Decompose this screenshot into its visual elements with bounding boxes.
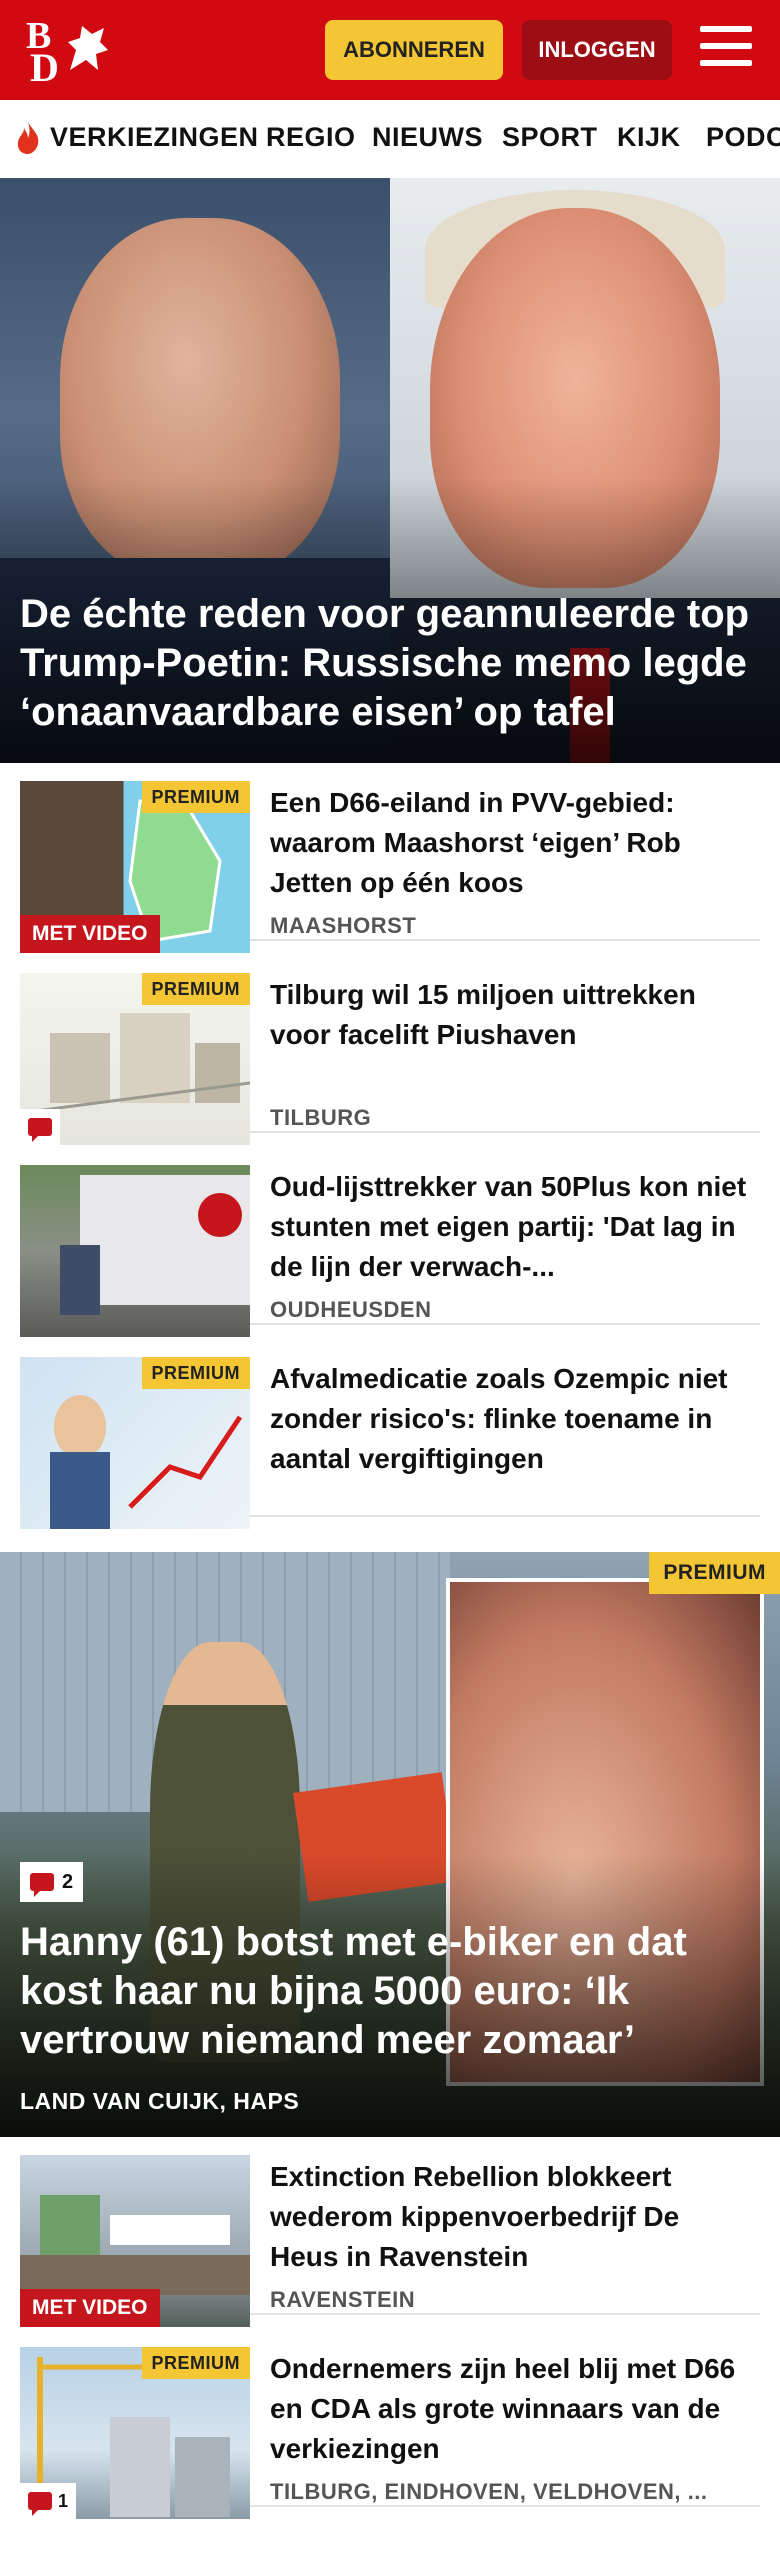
top-bar: B D ABONNEREN INLOGGEN [0,0,780,100]
comment-icon [30,1873,54,1897]
video-badge: MET VIDEO [20,2289,160,2327]
subscribe-button[interactable]: ABONNEREN [325,20,503,80]
article-title[interactable]: Tilburg wil 15 miljoen uittrekken voor f… [270,975,750,1055]
hero-title[interactable]: De échte reden voor geannuleerde top Tru… [20,590,770,737]
comment-count-value: 2 [62,1870,74,1893]
truck-photo-graphic [60,1175,250,1315]
comment-count-value: 1 [58,2490,69,2511]
article-thumbnail: PREMIUM [20,1357,250,1529]
article-title[interactable]: Extinction Rebellion blokkeert wederom k… [270,2157,750,2277]
comment-count[interactable]: 1 [20,2483,77,2519]
article-thumbnail: PREMIUM 1 [20,2347,250,2519]
hero-article[interactable]: De échte reden voor geannuleerde top Tru… [0,178,780,763]
nav-item-verkiezingen[interactable]: VERKIEZINGEN [50,122,259,153]
list-item[interactable]: MET VIDEO Extinction Rebellion blokkeert… [20,2137,760,2327]
list-item[interactable]: PREMIUM Afvalmedicatie zoals Ozempic nie… [20,1339,760,1529]
nav-item-sport[interactable]: SPORT [502,122,598,153]
nav-item-kijk[interactable]: KIJK [617,122,681,153]
premium-badge: PREMIUM [141,973,250,1005]
article-location: TILBURG [270,1105,372,1130]
article-title[interactable]: Afvalmedicatie zoals Ozempic niet zonder… [270,1359,750,1479]
list-item[interactable]: Oud-lijsttrekker van 50Plus kon niet stu… [20,1147,760,1337]
login-button[interactable]: INLOGGEN [522,20,672,80]
article-title[interactable]: Een D66-eiland in PVV-gebied: waarom Maa… [270,783,750,903]
premium-badge: PREMIUM [141,1357,250,1389]
nav-item-nieuws[interactable]: NIEUWS [372,122,483,153]
nav-item-podcasts[interactable]: PODCASTS [706,122,780,153]
flame-icon [17,122,39,154]
logo-letter-d: D [30,45,59,90]
list-item[interactable]: PREMIUM Tilburg wil 15 miljoen uittrekke… [20,955,760,1145]
menu-icon[interactable] [700,26,752,72]
comment-icon [28,2492,52,2516]
article-thumbnail: PREMIUM [20,973,250,1145]
comment-icon [28,1118,52,1142]
nav-item-regio[interactable]: REGIO [266,122,356,153]
feature-article[interactable]: PREMIUM 2 Hanny (61) botst met e-biker e… [0,1552,780,2137]
video-badge: MET VIDEO [20,915,160,953]
article-location: TILBURG, EINDHOVEN, VELDHOVEN, ... [270,2479,708,2504]
dragon-logo-icon [68,26,108,70]
article-title[interactable]: Oud-lijsttrekker van 50Plus kon niet stu… [270,1167,750,1287]
list-item[interactable]: PREMIUM MET VIDEO Een D66-eiland in PVV-… [20,763,760,953]
article-location: OUDHEUSDEN [270,1297,432,1322]
comment-count[interactable]: 2 [20,1862,84,1902]
premium-badge: PREMIUM [649,1552,780,1594]
comment-count[interactable] [20,1109,60,1145]
premium-badge: PREMIUM [141,781,250,813]
article-title[interactable]: Ondernemers zijn heel blij met D66 en CD… [270,2349,750,2469]
article-location: RAVENSTEIN [270,2287,416,2312]
premium-badge: PREMIUM [141,2347,250,2379]
article-thumbnail [20,1165,250,1337]
article-location: MAASHORST [270,913,417,938]
site-logo[interactable]: B D [26,14,114,90]
feature-location: LAND VAN CUIJK, HAPS [20,2088,300,2114]
feature-title[interactable]: Hanny (61) botst met e-biker en dat kost… [20,1918,760,2065]
section-nav: VERKIEZINGEN REGIO NIEUWS SPORT KIJK POD… [0,100,780,179]
list-item[interactable]: PREMIUM 1 Ondernemers zijn heel blij met… [20,2329,760,2519]
article-thumbnail: PREMIUM MET VIDEO [20,781,250,953]
article-thumbnail: MET VIDEO [20,2155,250,2327]
